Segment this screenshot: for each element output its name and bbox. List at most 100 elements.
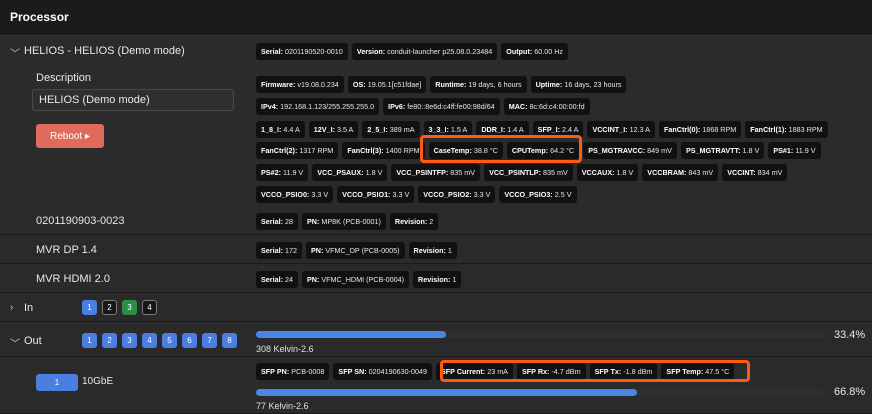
chip-value: 1.8 V — [614, 168, 634, 177]
in-row: › In 1 2 3 4 — [0, 294, 872, 322]
board-info: Serial: 28 PN: MP8K (PCB-0001) Revision: 2 — [246, 207, 872, 234]
helios-info-line: Serial: 0201190520-0010 Version: conduit-… — [256, 43, 569, 60]
chip-key: Serial: — [261, 275, 283, 284]
chip-key: Revision: — [413, 246, 446, 255]
info-chip: IPv6: fe80::8e6d:c4ff:fe00:98d/64 — [383, 98, 500, 115]
chip-value: 835 mV — [540, 168, 568, 177]
chip-key: Revision: — [418, 275, 451, 284]
out-port-3[interactable]: 3 — [122, 333, 137, 348]
chip-key: Serial: — [261, 47, 283, 56]
chip-key: VCCINT_I: — [592, 125, 628, 134]
info-chip: Serial: 0201190520-0010 — [256, 43, 348, 60]
sfp-port[interactable]: 1 — [36, 374, 78, 391]
out-port-4[interactable]: 4 — [142, 333, 157, 348]
chip-key: VCC_PSAUX: — [317, 168, 364, 177]
info-chip: FanCtrl(2): 1317 RPM — [256, 142, 339, 159]
board-chips: Serial: 24 PN: VFMC_HDMI (PCB-0004) Revisi… — [256, 271, 462, 288]
chevron-down-icon[interactable]: ﹀ — [10, 45, 20, 60]
in-port-2[interactable]: 2 — [102, 300, 117, 315]
chip-key: PS#2: — [261, 168, 281, 177]
sfp-highlight — [440, 360, 750, 382]
chip-key: FanCtrl(1): — [750, 125, 787, 134]
chip-value: PCB-0008 — [289, 367, 325, 376]
in-port-1[interactable]: 1 — [82, 300, 97, 315]
info-chip: VCC_PSINTLP: 835 mV — [484, 164, 573, 181]
chip-value: MP8K (PCB-0001) — [319, 217, 381, 226]
out-row: ﹀ Out 1 2 3 4 5 6 7 8 33.4% 308 Kelvin-2… — [0, 323, 872, 357]
chevron-down-icon[interactable]: ﹀ — [10, 335, 20, 350]
info-chip: PN: MP8K (PCB-0001) — [301, 213, 386, 230]
out-port-8[interactable]: 8 — [222, 333, 237, 348]
info-chip: 2_5_I: 389 mA — [362, 121, 420, 138]
chip-value: 2.5 V — [552, 190, 572, 199]
board-info: Serial: 24 PN: VFMC_HDMI (PCB-0004) Revisi… — [246, 265, 872, 292]
chip-value: 1868 RPM — [700, 125, 737, 134]
chip-value: 3.3 V — [309, 190, 329, 199]
info-chip: PS_MGTRAVCC: 849 mV — [583, 142, 677, 159]
reboot-button[interactable]: Reboot ▸ — [36, 124, 104, 148]
chip-value: 834 mV — [755, 168, 783, 177]
chip-key: VCC_PSINTFP: — [396, 168, 449, 177]
out-port-7[interactable]: 7 — [202, 333, 217, 348]
sfp-kelvin: 77 Kelvin-2.6 — [256, 401, 309, 411]
chip-value: 4.4 A — [281, 125, 300, 134]
chip-value: VFMC_HDMI (PCB-0004) — [319, 275, 405, 284]
in-port-4[interactable]: 4 — [142, 300, 157, 315]
info-chip: OS: 19.05.1[c51fdae] — [347, 76, 427, 93]
chip-key: VCCO_PSIO0: — [261, 190, 310, 199]
temperature-highlight — [420, 135, 582, 163]
info-chip: PS#2: 11.9 V — [256, 164, 309, 181]
chip-key: 3_3_I: — [428, 125, 449, 134]
out-port-5[interactable]: 5 — [162, 333, 177, 348]
info-chip: SFP SN: 0204190630-0049 — [333, 363, 432, 380]
out-port-1[interactable]: 1 — [82, 333, 97, 348]
chip-key: DDR_I: — [481, 125, 506, 134]
chip-value: 0204190630-0049 — [366, 367, 427, 376]
chip-key: 1_8_I: — [261, 125, 282, 134]
chip-key: VCCBRAM: — [647, 168, 687, 177]
chip-key: VCC_PSINTLP: — [489, 168, 541, 177]
chevron-right-icon[interactable]: › — [10, 302, 13, 313]
info-chip: FanCtrl(0): 1868 RPM — [658, 121, 742, 138]
out-port-6[interactable]: 6 — [182, 333, 197, 348]
chip-key: VCCAUX: — [581, 168, 615, 177]
chip-key: Serial: — [261, 246, 283, 255]
chip-key: VCCO_PSIO3: — [504, 190, 553, 199]
info-chip: VCCO_PSIO0: 3.3 V — [256, 186, 334, 203]
chip-value: 3.3 V — [390, 190, 410, 199]
description-label: Description — [36, 72, 92, 84]
info-chip: Version: conduit-launcher p25.08.0.23484 — [351, 43, 498, 60]
chip-key: Firmware: — [261, 80, 296, 89]
chip-value: 1317 RPM — [297, 146, 334, 155]
info-chip: VCCAUX: 1.8 V — [576, 164, 639, 181]
chip-value: 11.9 V — [280, 168, 304, 177]
chip-key: FanCtrl(2): — [261, 146, 298, 155]
chip-value: 60.00 Hz — [532, 47, 564, 56]
info-chip: Output: 60.00 Hz — [501, 43, 569, 60]
in-label: In — [24, 302, 34, 314]
chip-value: 1.4 A — [505, 125, 524, 134]
info-chip: PN: VFMC_HDMI (PCB-0004) — [301, 271, 410, 288]
out-port-2[interactable]: 2 — [102, 333, 117, 348]
chip-value: 0201190520-0010 — [282, 47, 343, 56]
info-chip: PS_MGTRAVTT: 1.8 V — [680, 142, 765, 159]
out-progress-fill — [256, 331, 447, 338]
chip-key: Revision: — [394, 217, 428, 226]
info-chip: VCCO_PSIO2: 3.3 V — [418, 186, 496, 203]
board-row: MVR HDMI 2.0 Serial: 24 PN: VFMC_HDMI (PC… — [0, 265, 872, 293]
chip-key: SFP PN: — [261, 367, 290, 376]
chip-value: 24 — [282, 275, 293, 284]
chip-value: 1 — [450, 275, 457, 284]
chip-value: v19.08.0.234 — [295, 80, 339, 89]
info-chip: Revision: 1 — [413, 271, 462, 288]
in-port-3[interactable]: 3 — [122, 300, 137, 315]
info-chip: MAC: 8c:6d:c4:00:00:fd — [503, 98, 590, 115]
chip-key: FanCtrl(3): — [347, 146, 384, 155]
chip-value: VFMC_DP (PCB-0005) — [323, 246, 400, 255]
chip-value: 389 mA — [387, 125, 415, 134]
board-row: 0201190903-0023 Serial: 28 PN: MP8K (PCB-… — [0, 207, 872, 235]
chip-key: 2_5_I: — [367, 125, 388, 134]
info-chip: Revision: 2 — [389, 213, 439, 230]
description-input[interactable] — [32, 89, 234, 111]
info-chip: VCCINT: 834 mV — [722, 164, 788, 181]
